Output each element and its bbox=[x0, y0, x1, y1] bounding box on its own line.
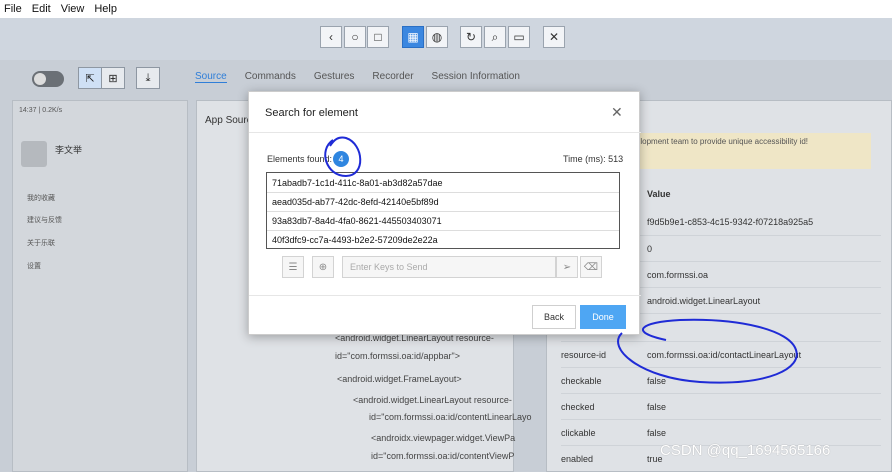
elements-found-count: 4 bbox=[333, 151, 349, 167]
search-element-modal: Search for element ✕ Elements found: 4 T… bbox=[248, 91, 641, 335]
refresh-icon[interactable]: ↻ bbox=[460, 26, 482, 48]
tree-node[interactable]: id="com.formssi.oa:id/contentLinearLayo bbox=[369, 412, 532, 422]
inspector-tabs: Source Commands Gestures Recorder Sessio… bbox=[195, 71, 538, 83]
search-time: Time (ms): 513 bbox=[563, 154, 624, 164]
element-actions: ☰ ⊕ Enter Keys to Send ➢ ⌫ bbox=[282, 256, 604, 278]
globe-icon[interactable]: ◍ bbox=[426, 26, 448, 48]
list-item[interactable]: 设置 bbox=[27, 261, 41, 271]
stop-icon[interactable]: □ bbox=[367, 26, 389, 48]
select-icon[interactable]: ⇱ bbox=[78, 67, 102, 89]
menu-edit[interactable]: Edit bbox=[28, 0, 57, 18]
divider bbox=[267, 211, 619, 212]
menu-bar: File Edit View Help bbox=[0, 0, 892, 18]
tree-node[interactable]: <android.widget.FrameLayout> bbox=[337, 374, 462, 384]
search-icon[interactable]: ⌕ bbox=[484, 26, 506, 48]
menu-help[interactable]: Help bbox=[90, 0, 123, 18]
clear-icon[interactable]: ⌫ bbox=[580, 256, 602, 278]
device-screenshot[interactable]: 14:37 | 0.2K/s 李文举 我的收藏 建议与反馈 关于乐联 设置 bbox=[12, 100, 188, 472]
value-header: Value bbox=[647, 189, 671, 199]
send-keys-input[interactable]: Enter Keys to Send bbox=[342, 256, 556, 278]
attribute-row: checkable false bbox=[561, 367, 881, 393]
elements-found-label: Elements found: bbox=[267, 154, 333, 164]
back-button[interactable]: Back bbox=[532, 305, 576, 329]
list-item[interactable]: 建议与反馈 bbox=[27, 215, 62, 225]
attribute-row: resource-id com.formssi.oa:id/contactLine… bbox=[561, 341, 881, 367]
results-list: 71abadb7-1c1d-411c-8a01-ab3d82a57dae aea… bbox=[266, 172, 620, 249]
tab-commands[interactable]: Commands bbox=[245, 71, 296, 83]
divider bbox=[267, 192, 619, 193]
tab-session-information[interactable]: Session Information bbox=[432, 71, 520, 83]
record-icon[interactable]: ▭ bbox=[508, 26, 530, 48]
toggle-switch[interactable] bbox=[32, 71, 64, 87]
back-icon[interactable]: ‹ bbox=[320, 26, 342, 48]
list-icon[interactable]: ☰ bbox=[282, 256, 304, 278]
grid-icon[interactable]: ▦ bbox=[402, 26, 424, 48]
done-button[interactable]: Done bbox=[580, 305, 626, 329]
user-name: 李文举 bbox=[55, 145, 83, 155]
send-icon[interactable]: ➢ bbox=[556, 256, 578, 278]
avatar bbox=[21, 141, 47, 167]
tab-recorder[interactable]: Recorder bbox=[372, 71, 413, 83]
list-item[interactable]: 关于乐联 bbox=[27, 238, 55, 248]
tab-source[interactable]: Source bbox=[195, 71, 227, 83]
list-item[interactable]: aead035d-ab77-42dc-8efd-42140e5bf89d bbox=[272, 197, 439, 207]
list-item[interactable]: 93a83db7-8a4d-4fa0-8621-445503403071 bbox=[272, 216, 442, 226]
home-icon[interactable]: ○ bbox=[344, 26, 366, 48]
download-icon[interactable]: ⤓ bbox=[136, 67, 160, 89]
menu-view[interactable]: View bbox=[57, 0, 91, 18]
divider bbox=[267, 230, 619, 231]
locate-icon[interactable]: ⊕ bbox=[312, 256, 334, 278]
list-item[interactable]: 我的收藏 bbox=[27, 193, 55, 203]
list-item[interactable]: 40f3dfc9-cc7a-4493-b2e2-57209de2e22a bbox=[272, 235, 438, 245]
divider bbox=[249, 295, 641, 296]
close-icon[interactable]: ✕ bbox=[543, 26, 565, 48]
status-bar: 14:37 | 0.2K/s bbox=[19, 107, 63, 114]
tree-node[interactable]: id="com.formssi.oa:id/contentViewP bbox=[371, 451, 514, 461]
list-item[interactable]: 71abadb7-1c1d-411c-8a01-ab3d82a57dae bbox=[272, 178, 442, 188]
modal-title: Search for element bbox=[265, 107, 358, 119]
device-toolbar: ‹ ○ □ ▦ ◍ ↻ ⌕ ▭ ✕ bbox=[0, 18, 892, 60]
accessibility-notice: development team to provide unique acces… bbox=[617, 133, 871, 169]
divider bbox=[249, 132, 641, 133]
tap-icon[interactable]: ⊞ bbox=[101, 67, 125, 89]
tree-node[interactable]: id="com.formssi.oa:id/appbar"> bbox=[335, 351, 460, 361]
tree-node[interactable]: <android.widget.LinearLayout resource- bbox=[353, 395, 512, 405]
menu-file[interactable]: File bbox=[0, 0, 28, 18]
attribute-row: checked false bbox=[561, 393, 881, 419]
watermark: CSDN @qq_1694565166 bbox=[660, 442, 831, 459]
close-icon[interactable]: ✕ bbox=[611, 104, 623, 121]
tree-node[interactable]: <androidx.viewpager.widget.ViewPa bbox=[371, 433, 515, 443]
tab-gestures[interactable]: Gestures bbox=[314, 71, 355, 83]
